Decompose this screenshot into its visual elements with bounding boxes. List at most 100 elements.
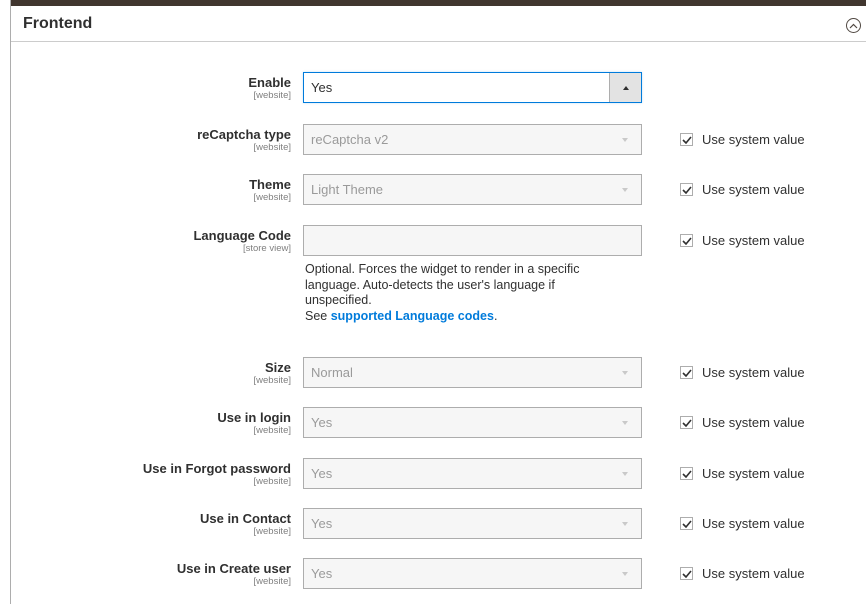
section-divider	[11, 41, 866, 42]
use-in-create-user-select[interactable]: Yes	[303, 558, 642, 589]
recaptcha-type-select[interactable]: reCaptcha v2	[303, 124, 642, 155]
use-system-value-toggle[interactable]: Use system value	[680, 132, 805, 147]
use-system-value-toggle[interactable]: Use system value	[680, 466, 805, 481]
triangle-up-icon	[622, 85, 629, 90]
use-system-value-checkbox[interactable]	[680, 517, 693, 530]
theme-select[interactable]: Light Theme	[303, 174, 642, 205]
use-system-value-checkbox[interactable]	[680, 366, 693, 379]
checkmark-icon	[681, 185, 692, 194]
field-scope: [website]	[253, 142, 292, 153]
field-label: Language Code [store view]	[193, 228, 291, 255]
select-value: Yes	[311, 516, 333, 531]
use-system-value-checkbox[interactable]	[680, 133, 693, 146]
dropdown-toggle	[609, 358, 641, 387]
supported-language-codes-link[interactable]: supported Language codes	[331, 309, 494, 323]
field-label-text: Use in Contact	[199, 511, 291, 526]
use-system-value-toggle[interactable]: Use system value	[680, 233, 805, 248]
use-system-value-checkbox[interactable]	[680, 416, 693, 429]
select-value: Yes	[311, 80, 333, 95]
use-system-value-toggle[interactable]: Use system value	[680, 516, 805, 531]
dropdown-toggle	[609, 125, 641, 154]
field-row-recaptcha-type: reCaptcha type [website] reCaptcha v2 Us…	[0, 124, 866, 164]
field-label-text: Size	[264, 360, 291, 375]
field-scope: [website]	[253, 476, 292, 487]
checkmark-icon	[681, 368, 692, 377]
checkmark-icon	[681, 469, 692, 478]
select-value: reCaptcha v2	[311, 132, 389, 147]
field-row-enable: Enable [website] Yes	[0, 72, 866, 112]
field-scope: [website]	[253, 425, 292, 436]
enable-select[interactable]: Yes	[303, 72, 642, 103]
field-row-use-in-login: Use in login [website] Yes Use system va…	[0, 407, 866, 447]
section-title[interactable]: Frontend	[23, 15, 92, 33]
use-in-forgot-password-select[interactable]: Yes	[303, 458, 642, 489]
checkmark-icon	[681, 519, 692, 528]
field-scope: [website]	[253, 192, 292, 203]
note-end: .	[493, 308, 498, 323]
use-system-value-checkbox[interactable]	[680, 567, 693, 580]
collapse-icon[interactable]	[846, 18, 861, 33]
field-row-use-in-create-user: Use in Create user [website] Yes Use sys…	[0, 558, 866, 598]
use-system-value-checkbox[interactable]	[680, 234, 693, 247]
triangle-down-icon	[622, 571, 628, 576]
field-scope: [website]	[253, 375, 292, 386]
use-in-contact-select[interactable]: Yes	[303, 508, 642, 539]
use-system-value-label: Use system value	[702, 516, 805, 531]
checkmark-icon	[681, 418, 692, 427]
dropdown-toggle[interactable]	[609, 73, 641, 102]
field-label-text: Use in login	[217, 410, 291, 425]
triangle-down-icon	[622, 471, 628, 476]
note-text: Optional. Forces the widget to render in…	[305, 262, 580, 307]
use-system-value-toggle[interactable]: Use system value	[680, 365, 805, 380]
field-label: Theme [website]	[249, 177, 291, 204]
select-value: Yes	[311, 415, 333, 430]
field-label-text: reCaptcha type	[197, 127, 291, 142]
use-system-value-label: Use system value	[702, 466, 805, 481]
field-row-language-code: Language Code [store view] Use system va…	[0, 225, 866, 265]
select-value: Light Theme	[311, 182, 384, 197]
field-label-text: Language Code	[193, 228, 291, 243]
dropdown-toggle	[609, 559, 641, 588]
use-system-value-label: Use system value	[702, 365, 805, 380]
field-row-theme: Theme [website] Light Theme Use system v…	[0, 174, 866, 214]
field-label: Use in login [website]	[217, 410, 291, 437]
language-code-input[interactable]	[303, 225, 642, 256]
field-row-size: Size [website] Normal Use system value	[0, 357, 866, 397]
field-label: Use in Contact [website]	[200, 511, 291, 538]
use-system-value-toggle[interactable]: Use system value	[680, 566, 805, 581]
field-label: Use in Forgot password [website]	[143, 461, 291, 488]
select-value: Normal	[311, 365, 353, 380]
field-label: Use in Create user [website]	[177, 561, 291, 588]
triangle-down-icon	[622, 187, 628, 192]
triangle-down-icon	[622, 521, 628, 526]
use-system-value-label: Use system value	[702, 182, 805, 197]
field-label-text: Use in Forgot password	[142, 461, 291, 476]
field-scope: [website]	[253, 90, 292, 101]
use-system-value-toggle[interactable]: Use system value	[680, 415, 805, 430]
note-see: See	[305, 308, 331, 323]
use-system-value-label: Use system value	[702, 415, 805, 430]
checkmark-icon	[681, 569, 692, 578]
use-in-login-select[interactable]: Yes	[303, 407, 642, 438]
dropdown-toggle	[609, 175, 641, 204]
dropdown-toggle	[609, 509, 641, 538]
field-label-text: Theme	[249, 177, 291, 192]
select-value: Yes	[311, 466, 333, 481]
size-select[interactable]: Normal	[303, 357, 642, 388]
use-system-value-checkbox[interactable]	[680, 183, 693, 196]
use-system-value-label: Use system value	[702, 566, 805, 581]
field-label-text: Enable	[248, 75, 291, 90]
field-row-use-in-forgot-password: Use in Forgot password [website] Yes Use…	[0, 458, 866, 498]
language-code-note: Optional. Forces the widget to render in…	[305, 262, 615, 324]
triangle-down-icon	[622, 137, 628, 142]
use-system-value-label: Use system value	[702, 132, 805, 147]
field-scope: [store view]	[242, 243, 291, 254]
field-label: Enable [website]	[248, 75, 291, 102]
checkmark-icon	[681, 236, 692, 245]
field-label-text: Use in Create user	[176, 561, 291, 576]
triangle-down-icon	[622, 370, 628, 375]
use-system-value-toggle[interactable]: Use system value	[680, 182, 805, 197]
use-system-value-checkbox[interactable]	[680, 467, 693, 480]
dropdown-toggle	[609, 408, 641, 437]
checkmark-icon	[681, 135, 692, 144]
